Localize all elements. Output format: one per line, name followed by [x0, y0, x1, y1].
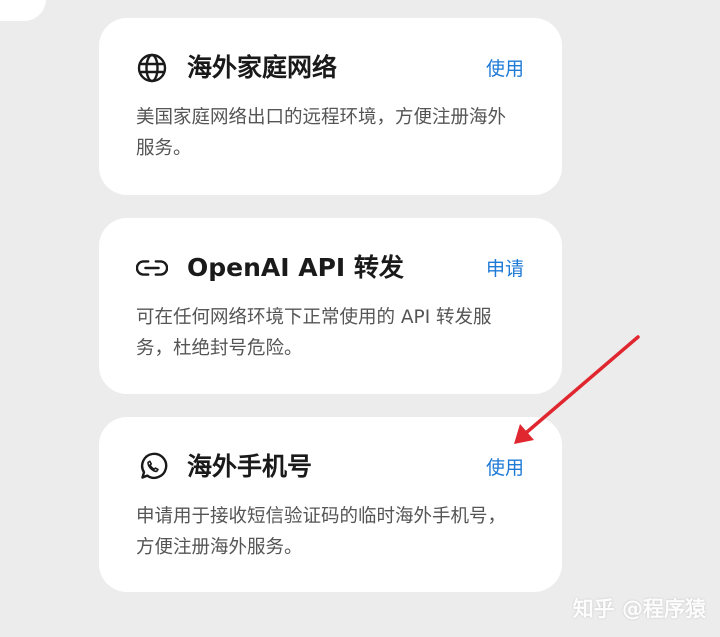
- whatsapp-icon: [136, 451, 168, 483]
- link-icon: [136, 252, 168, 284]
- zhihu-watermark: 知乎 @程序猿: [572, 597, 706, 621]
- use-button[interactable]: 使用: [486, 55, 524, 83]
- card-description: 可在任何网络环境下正常使用的 API 转发服务，杜绝封号危险。: [136, 307, 492, 359]
- service-card-overseas-home-network: 海外家庭网络 使用 美国家庭网络出口的远程环境，方便注册海外服务。: [99, 18, 562, 195]
- apply-button[interactable]: 申请: [486, 255, 524, 283]
- card-title: OpenAI API 转发: [187, 253, 404, 282]
- card-description: 申请用于接收短信验证码的临时海外手机号，方便注册海外服务。: [136, 506, 507, 558]
- service-card-openai-api-relay: OpenAI API 转发 申请 可在任何网络环境下正常使用的 API 转发服务…: [99, 218, 562, 394]
- card-description: 美国家庭网络出口的远程环境，方便注册海外服务。: [136, 107, 507, 159]
- service-card-overseas-phone-number: 海外手机号 使用 申请用于接收短信验证码的临时海外手机号，方便注册海外服务。: [99, 417, 562, 592]
- use-button[interactable]: 使用: [486, 454, 524, 482]
- globe-icon: [136, 52, 168, 84]
- card-title: 海外手机号: [187, 452, 313, 481]
- card-title: 海外家庭网络: [187, 53, 338, 82]
- partial-card-top-left: [0, 0, 46, 21]
